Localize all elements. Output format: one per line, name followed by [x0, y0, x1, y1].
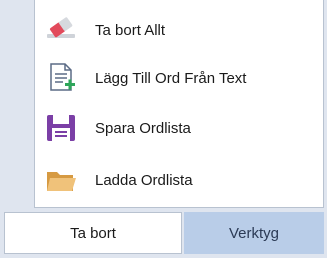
- menu-item-label: Ta bort Allt: [95, 21, 166, 39]
- menu-item-delete-all[interactable]: Ta bort Allt: [35, 6, 323, 54]
- floppy-disk-icon: [45, 112, 77, 144]
- menu-item-label: Spara Ordlista: [95, 119, 191, 137]
- tab-delete[interactable]: Ta bort: [4, 212, 182, 254]
- menu-item-add-words-from-text[interactable]: Lägg Till Ord Från Text: [35, 54, 323, 102]
- menu-item-label: Lägg Till Ord Från Text: [95, 69, 247, 87]
- tab-tools[interactable]: Verktyg: [184, 212, 324, 254]
- menu-item-label: Ladda Ordlista: [95, 171, 193, 189]
- document-add-icon: [45, 62, 77, 94]
- menu-item-save-wordlist[interactable]: Spara Ordlista: [35, 104, 323, 152]
- tools-menu: Ta bort Allt Lägg Till Ord Från Text Spa…: [34, 0, 324, 208]
- bottom-tab-bar: Ta bort Verktyg: [4, 212, 324, 254]
- dropdown-panel: Ta bort Allt Lägg Till Ord Från Text Spa…: [0, 0, 327, 258]
- eraser-icon: [45, 14, 77, 46]
- folder-icon: [45, 164, 77, 196]
- menu-item-load-wordlist[interactable]: Ladda Ordlista: [35, 156, 323, 204]
